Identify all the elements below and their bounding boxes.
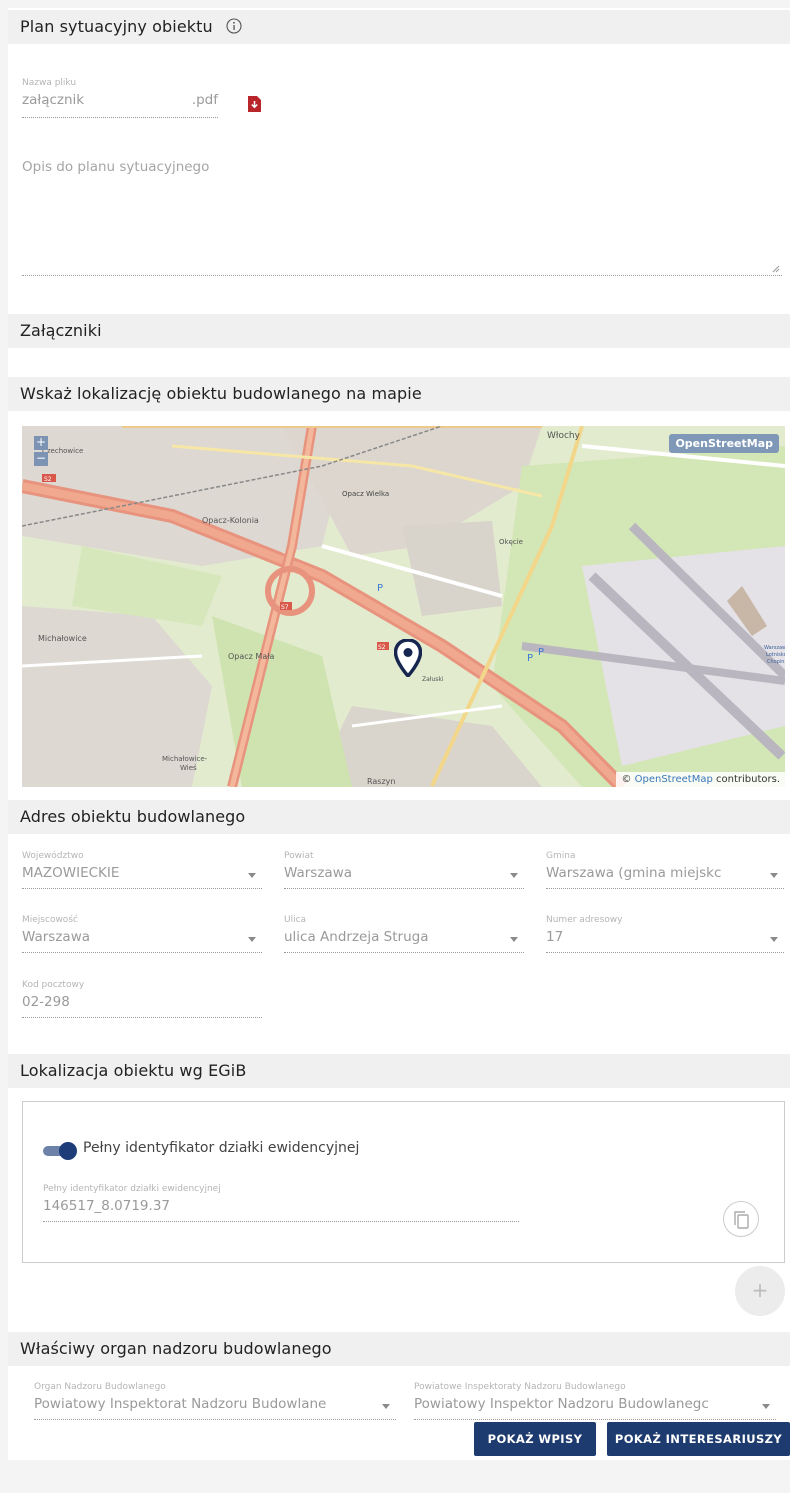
svg-text:P: P <box>538 647 544 658</box>
copy-button[interactable] <box>723 1201 759 1237</box>
section-egib-header: Lokalizacja obiektu wg EGiB <box>8 1054 790 1088</box>
section-map-title: Wskaż lokalizację obiektu budowlanego na… <box>20 384 422 403</box>
section-authority-header: Właściwy organ nadzoru budowlanego <box>8 1332 790 1366</box>
full-id-toggle[interactable] <box>43 1142 77 1160</box>
show-stakeholders-button[interactable]: POKAŻ INTERESARIUSZY <box>607 1422 790 1456</box>
svg-text:Lotnisko: Lotnisko <box>766 652 785 658</box>
form-page: Plan sytuacyjny obiektu Nazwa pliku załą… <box>8 8 790 1460</box>
info-icon[interactable] <box>226 18 242 38</box>
plan-description-textarea[interactable]: Opis do planu sytuacyjnego <box>22 156 782 276</box>
plan-description-placeholder: Opis do planu sytuacyjnego <box>22 159 210 175</box>
svg-text:S2: S2 <box>378 644 386 651</box>
svg-text:Opacz-Kolonia: Opacz-Kolonia <box>202 516 259 525</box>
show-entries-button[interactable]: POKAŻ WPISY <box>474 1422 596 1456</box>
kod-pocztowy-field[interactable]: Kod pocztowy 02-298 <box>22 980 262 1018</box>
chevron-down-icon <box>248 937 256 942</box>
svg-text:Opacz Wielka: Opacz Wielka <box>342 490 389 498</box>
map-attribution: © OpenStreetMap contributors. <box>616 772 785 787</box>
svg-text:P: P <box>527 653 533 664</box>
copy-icon <box>734 1211 749 1229</box>
file-name-value: załącznik .pdf <box>22 92 218 108</box>
osm-layer-badge[interactable]: OpenStreetMap <box>669 434 779 453</box>
svg-text:Warszawa: Warszawa <box>764 645 785 651</box>
organ-nadzoru-select[interactable]: Organ Nadzoru Budowlanego Powiatowy Insp… <box>34 1382 396 1420</box>
chevron-down-icon <box>762 1404 770 1409</box>
chevron-down-icon <box>770 873 778 878</box>
svg-text:P: P <box>377 583 383 594</box>
zoom-in-button[interactable]: + <box>34 436 48 450</box>
svg-text:Wieś: Wieś <box>180 764 197 772</box>
svg-text:Czechowice: Czechowice <box>42 447 83 455</box>
svg-text:Okęcie: Okęcie <box>499 538 523 546</box>
svg-text:Załuski: Załuski <box>422 676 444 683</box>
svg-text:Raszyn: Raszyn <box>367 777 395 786</box>
svg-text:S2: S2 <box>44 476 52 483</box>
chevron-down-icon <box>770 937 778 942</box>
section-attachments-header: Załączniki <box>8 314 790 348</box>
zoom-out-button[interactable]: − <box>34 452 48 466</box>
section-address-header: Adres obiektu budowlanego <box>8 800 790 834</box>
pdf-download-icon[interactable] <box>248 96 261 116</box>
svg-text:Opacz Mała: Opacz Mała <box>228 652 274 661</box>
svg-text:S7: S7 <box>281 604 289 611</box>
miejscowosc-select[interactable]: Miejscowość Warszawa <box>22 915 262 953</box>
parcel-id-field[interactable]: Pełny identyfikator działki ewidencyjnej… <box>43 1184 519 1222</box>
resize-handle-icon[interactable] <box>772 265 780 273</box>
ulica-select[interactable]: Ulica ulica Andrzeja Struga <box>284 915 524 953</box>
section-address-title: Adres obiektu budowlanego <box>20 807 246 826</box>
section-plan-header: Plan sytuacyjny obiektu <box>8 10 790 44</box>
section-attachments-title: Załączniki <box>20 321 102 340</box>
section-authority-title: Właściwy organ nadzoru budowlanego <box>20 1339 332 1358</box>
chevron-down-icon <box>510 937 518 942</box>
chevron-down-icon <box>248 873 256 878</box>
svg-text:Włochy: Włochy <box>547 431 581 441</box>
map-zoom-controls: + − <box>34 436 48 468</box>
file-name-label: Nazwa pliku <box>22 78 77 88</box>
powiatowe-inspektoraty-select[interactable]: Powiatowe Inspektoraty Nadzoru Budowlane… <box>414 1382 776 1420</box>
svg-text:Chopina: Chopina <box>767 659 785 665</box>
file-name-field[interactable]: Nazwa pliku załącznik .pdf <box>22 78 218 118</box>
full-id-toggle-label: Pełny identyfikator działki ewidencyjnej <box>83 1140 360 1156</box>
numer-adresowy-select[interactable]: Numer adresowy 17 <box>546 915 784 953</box>
gmina-select[interactable]: Gmina Warszawa (gmina miejskc <box>546 851 784 889</box>
chevron-down-icon <box>382 1404 390 1409</box>
wojewodztwo-select[interactable]: Województwo MAZOWIECKIE <box>22 851 262 889</box>
powiat-select[interactable]: Powiat Warszawa <box>284 851 524 889</box>
location-map[interactable]: Czechowice Włochy Opacz Wielka Opacz-Kol… <box>22 426 785 787</box>
map-tiles: Czechowice Włochy Opacz Wielka Opacz-Kol… <box>22 426 785 787</box>
egib-card: Pełny identyfikator działki ewidencyjnej… <box>22 1101 785 1263</box>
osm-attribution-link[interactable]: OpenStreetMap <box>635 774 713 785</box>
location-pin-icon[interactable] <box>393 638 423 681</box>
file-extension: .pdf <box>191 92 218 108</box>
add-parcel-button[interactable]: + <box>735 1266 785 1316</box>
section-plan-title: Plan sytuacyjny obiektu <box>20 17 213 36</box>
chevron-down-icon <box>510 873 518 878</box>
section-egib-title: Lokalizacja obiektu wg EGiB <box>20 1061 247 1080</box>
svg-text:Michałowice-: Michałowice- <box>162 755 208 763</box>
svg-text:Michałowice: Michałowice <box>38 634 87 643</box>
section-map-header: Wskaż lokalizację obiektu budowlanego na… <box>8 377 790 411</box>
